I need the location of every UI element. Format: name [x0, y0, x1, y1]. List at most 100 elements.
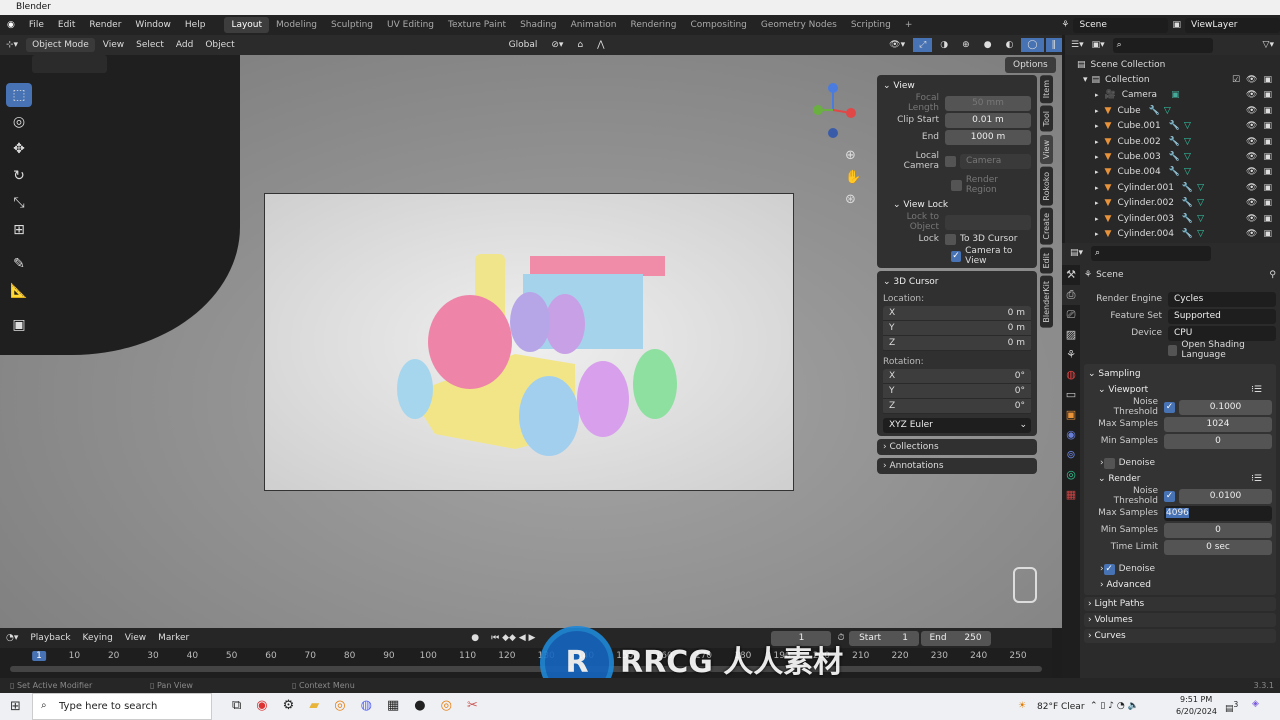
location-y-field[interactable]: Y 0 m — [883, 321, 1031, 336]
eye-icon[interactable]: 👁 — [1246, 75, 1257, 85]
playback-controls[interactable]: ⏮ ◆◆ ◀ ▶ — [485, 631, 541, 645]
cursor-icon[interactable]: ◎ — [6, 110, 32, 134]
clock-date[interactable]: 6/20/2024 — [1176, 707, 1217, 716]
rotate-icon[interactable]: ↻ — [6, 164, 32, 188]
properties-tab-tool-icon[interactable]: ⚒ — [1062, 265, 1080, 285]
local-camera-field[interactable]: Camera — [960, 153, 1031, 169]
modifier-wrench-icon[interactable]: 🔧 — [1182, 183, 1193, 193]
modifier-wrench-icon[interactable]: 🔧 — [1182, 229, 1193, 239]
transform-orientation[interactable]: Global — [503, 38, 544, 52]
timeline-menu-keying[interactable]: Keying — [77, 631, 119, 645]
measure-icon[interactable]: 📐 — [6, 279, 32, 303]
snap-icon[interactable]: ⌂ — [571, 38, 589, 52]
render-camera-icon[interactable]: ▣ — [1263, 121, 1272, 131]
render-camera-icon[interactable]: ▣ — [1263, 106, 1272, 116]
eye-icon[interactable]: 👁 — [1246, 229, 1257, 239]
mesh-data-icon[interactable]: ▽ — [1197, 229, 1204, 239]
viewport-max-samples-field[interactable]: 1024 — [1164, 416, 1272, 432]
annotate-icon[interactable]: ✎ — [6, 252, 32, 276]
presets-icon[interactable]: ⁝☰ — [1251, 385, 1272, 395]
frame-ruler[interactable]: 1102030405060708090100110120130140150160… — [0, 648, 1052, 666]
transform-icon[interactable]: ⊞ — [6, 218, 32, 242]
modifier-wrench-icon[interactable]: 🔧 — [1182, 214, 1193, 224]
rotation-y-field[interactable]: Y 0° — [883, 384, 1031, 399]
task-view-icon[interactable]: ⧉ — [232, 698, 241, 713]
3d-cursor-header[interactable]: ⌄ 3D Cursor — [883, 274, 1031, 290]
feature-set-dropdown[interactable]: Supported — [1168, 308, 1276, 324]
eye-icon[interactable]: 👁 — [1246, 198, 1257, 208]
snipping-icon[interactable]: ✂ — [467, 698, 478, 713]
properties-tab-object-icon[interactable]: ▣ — [1062, 405, 1080, 425]
expand-icon[interactable]: ▸ — [1095, 184, 1099, 192]
viewport-subheader[interactable]: ⌄ Viewport ⁝☰ — [1088, 382, 1272, 398]
mesh-data-icon[interactable]: ▽ — [1164, 106, 1171, 116]
properties-tab-view-layer-icon[interactable]: ▨ — [1062, 325, 1080, 345]
blender-logo-icon[interactable]: ◉ — [0, 20, 22, 30]
eye-icon[interactable]: 👁 — [1246, 137, 1257, 147]
expand-icon[interactable]: ▸ — [1095, 168, 1099, 176]
noise-threshold-checkbox[interactable]: ✓ — [1164, 401, 1175, 413]
properties-tab-physics-icon[interactable]: ◎ — [1062, 465, 1080, 485]
eye-icon[interactable]: 👁 — [1246, 106, 1257, 116]
modifier-wrench-icon[interactable]: 🔧 — [1169, 152, 1180, 162]
weather-text[interactable]: 82°F Clear — [1037, 702, 1085, 712]
tab-rendering[interactable]: Rendering — [624, 17, 684, 33]
file-explorer-icon[interactable]: ▰ — [309, 698, 319, 713]
rotation-z-field[interactable]: Z 0° — [883, 399, 1031, 414]
notifications-icon[interactable]: ▤3 — [1225, 700, 1238, 714]
view-layer-selector[interactable]: ViewLayer — [1185, 17, 1280, 33]
editor-type-icon[interactable]: ◔▾ — [0, 631, 24, 645]
mode-selector[interactable]: Object Mode — [26, 38, 95, 52]
expand-icon[interactable]: ▾ — [1083, 75, 1088, 85]
render-camera-icon[interactable]: ▣ — [1263, 214, 1272, 224]
shading-wireframe-icon[interactable]: ⊕ — [956, 38, 976, 52]
expand-icon[interactable]: ▸ — [1095, 153, 1099, 161]
properties-tab-collection-icon[interactable]: ▭ — [1062, 385, 1080, 405]
view-layer-icon[interactable]: ▣ — [1172, 20, 1181, 30]
filter-icon[interactable]: ▽▾ — [1263, 40, 1280, 50]
collections-panel[interactable]: › Collections — [877, 439, 1037, 455]
camera-to-view-checkbox[interactable]: ✓ — [951, 250, 962, 262]
render-engine-dropdown[interactable]: Cycles — [1168, 291, 1276, 307]
expand-icon[interactable]: ▸ — [1095, 91, 1099, 99]
properties-tab-modifiers-icon[interactable]: ◉ — [1062, 425, 1080, 445]
zoom-icon[interactable]: ⊕ — [845, 145, 861, 167]
tab-shading[interactable]: Shading — [513, 17, 564, 33]
viewport-noise-threshold-field[interactable]: 0.1000 — [1179, 399, 1272, 415]
modifier-wrench-icon[interactable]: 🔧 — [1169, 167, 1180, 177]
render-noise-threshold-field[interactable]: 0.0100 — [1179, 488, 1272, 504]
options-button[interactable]: Options — [1005, 57, 1056, 73]
advanced-subheader[interactable]: › Advanced — [1088, 577, 1272, 593]
exclude-checkbox[interactable]: ☑ — [1232, 75, 1240, 85]
outliner-item[interactable]: ▸ ▼ Cylinder.003 🔧 ▽ 👁 ▣ — [1065, 211, 1280, 226]
eye-icon[interactable]: 👁 — [1246, 152, 1257, 162]
tab-texture-paint[interactable]: Texture Paint — [441, 17, 513, 33]
scene-selector[interactable]: Scene — [1073, 17, 1169, 33]
viewport-min-samples-field[interactable]: 0 — [1164, 433, 1272, 449]
eye-icon[interactable]: 👁 — [1246, 121, 1257, 131]
clock-time[interactable]: 9:51 PM — [1180, 695, 1212, 704]
settings-icon[interactable]: ⚙ — [283, 698, 295, 713]
tab-uv-editing[interactable]: UV Editing — [380, 17, 441, 33]
select-box-icon[interactable]: ⬚ — [6, 83, 32, 107]
clip-end-field[interactable]: 1000 m — [945, 129, 1031, 145]
editor-type-icon[interactable]: ▤▾ — [1070, 248, 1083, 258]
filter-view-icon[interactable]: ▣▾ — [1092, 40, 1105, 50]
outliner-collection[interactable]: ▾ ▤ Collection ☑ 👁 ▣ — [1065, 72, 1280, 87]
mesh-data-icon[interactable]: ▽ — [1184, 121, 1191, 131]
eye-icon[interactable]: 👁 — [1246, 214, 1257, 224]
presets-icon[interactable]: ⁝☰ — [1251, 474, 1272, 484]
sidebar-tab-rokoko[interactable]: Rokoko — [1040, 166, 1053, 206]
rotation-x-field[interactable]: X 0° — [883, 369, 1031, 384]
render-camera-icon[interactable]: ▣ — [1263, 90, 1272, 100]
render-camera-icon[interactable]: ▣ — [1263, 152, 1272, 162]
curves-section[interactable]: › Curves — [1084, 629, 1276, 643]
tab-scripting[interactable]: Scripting — [844, 17, 898, 33]
move-icon[interactable]: ✥ — [6, 137, 32, 161]
tab-sculpting[interactable]: Sculpting — [324, 17, 380, 33]
outliner-item[interactable]: ▸ ▼ Cube.002 🔧 ▽ 👁 ▣ — [1065, 134, 1280, 149]
menu-add[interactable]: Add — [170, 38, 199, 52]
editor-type-icon[interactable]: ⊹▾ — [0, 38, 24, 52]
timeline-scrollbar[interactable] — [10, 666, 1042, 672]
expand-icon[interactable]: ▸ — [1095, 107, 1099, 115]
